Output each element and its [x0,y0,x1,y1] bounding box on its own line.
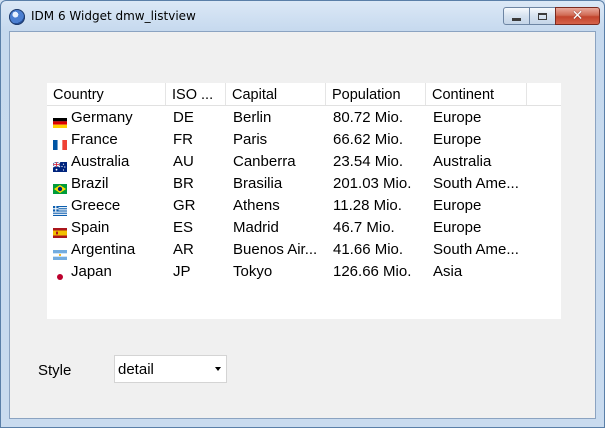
cell-population: 126.66 Mio. [333,263,412,280]
cell-continent: Europe [433,131,482,148]
cell-iso: JP [173,263,191,280]
cell-continent: South Ame... [433,241,519,258]
column-header-capital[interactable]: Capital [226,83,326,105]
cell-capital: Buenos Air... [233,241,318,258]
close-button[interactable]: ✕ [555,7,600,25]
flag-australia-icon [52,157,67,172]
column-header-continent[interactable]: Continent [426,83,527,105]
list-item[interactable]: Brazil BR Brasilia 201.03 Mio. South Ame... [47,172,561,194]
cell-country: France [71,131,118,148]
cell-population: 41.66 Mio. [333,241,404,258]
cell-iso: BR [173,175,194,192]
maximize-icon [538,12,547,20]
cell-iso: AR [173,241,194,258]
flag-spain-icon [53,223,67,238]
cell-country: Spain [71,219,110,236]
maximize-button[interactable] [529,7,556,25]
client-area: Country ISO ... Capital Population Conti… [9,31,596,419]
cell-capital: Madrid [233,219,279,236]
list-item[interactable]: Spain ES Madrid 46.7 Mio. Europe [47,216,561,238]
cell-continent: Europe [433,109,482,126]
style-dropdown-value: detail [118,361,154,378]
cell-capital: Athens [233,197,280,214]
cell-capital: Brasilia [233,175,283,192]
minimize-icon [512,17,521,21]
app-icon[interactable] [9,9,25,25]
cell-iso: DE [173,109,194,126]
cell-country: Germany [71,109,133,126]
cell-continent: Asia [433,263,463,280]
cell-population: 201.03 Mio. [333,175,412,192]
column-header-country[interactable]: Country [47,83,166,105]
cell-continent: Australia [433,153,492,170]
cell-iso: GR [173,197,196,214]
flag-germany-icon [53,113,67,128]
list-item[interactable]: France FR Paris 66.62 Mio. Europe [47,128,561,150]
cell-capital: Canberra [233,153,296,170]
cell-iso: FR [173,131,193,148]
flag-japan-icon [53,267,67,282]
cell-population: 66.62 Mio. [333,131,404,148]
list-item[interactable]: Australia AU Canberra 23.54 Mio. Australia [47,150,561,172]
listview-header: Country ISO ... Capital Population Conti… [47,83,561,106]
close-icon: ✕ [571,8,584,24]
list-item[interactable]: Greece GR Athens 11.28 Mio. Europe [47,194,561,216]
cell-population: 11.28 Mio. [333,197,402,214]
cell-country: Australia [71,153,130,170]
cell-iso: ES [173,219,194,236]
list-item[interactable]: Germany DE Berlin 80.72 Mio. Europe [47,106,561,128]
cell-country: Brazil [71,175,109,192]
title-bar[interactable]: IDM 6 Widget dmw_listview ✕ [1,1,604,31]
cell-continent: Europe [433,219,482,236]
list-item[interactable]: Argentina AR Buenos Air... 41.66 Mio. South … [47,238,561,260]
cell-population: 23.54 Mio. [333,153,404,170]
cell-continent: South Ame... [433,175,519,192]
column-header-iso[interactable]: ISO ... [166,83,226,105]
cell-capital: Berlin [233,109,272,126]
flag-argentina-icon [53,245,67,260]
style-dropdown[interactable]: detail [114,355,227,383]
chevron-down-icon[interactable] [215,367,221,371]
window-title: IDM 6 Widget dmw_listview [31,9,196,23]
cell-country: Greece [71,197,121,214]
column-header-population[interactable]: Population [326,83,426,105]
app-window: IDM 6 Widget dmw_listview ✕ Country ISO … [0,0,605,428]
flag-france-icon [53,135,67,150]
cell-country: Japan [71,263,112,280]
cell-population: 80.72 Mio. [333,109,404,126]
cell-capital: Tokyo [233,263,273,280]
flag-greece-icon [53,201,67,216]
cell-population: 46.7 Mio. [333,219,395,236]
minimize-button[interactable] [503,7,530,25]
flag-brazil-icon [53,179,67,194]
cell-capital: Paris [233,131,268,148]
list-item[interactable]: Japan JP Tokyo 126.66 Mio. Asia [47,260,561,282]
cell-country: Argentina [71,241,136,258]
cell-continent: Europe [433,197,482,214]
style-label: Style [38,362,72,379]
country-listview[interactable]: Country ISO ... Capital Population Conti… [47,83,561,319]
caption-buttons: ✕ [503,7,600,25]
cell-iso: AU [173,153,194,170]
